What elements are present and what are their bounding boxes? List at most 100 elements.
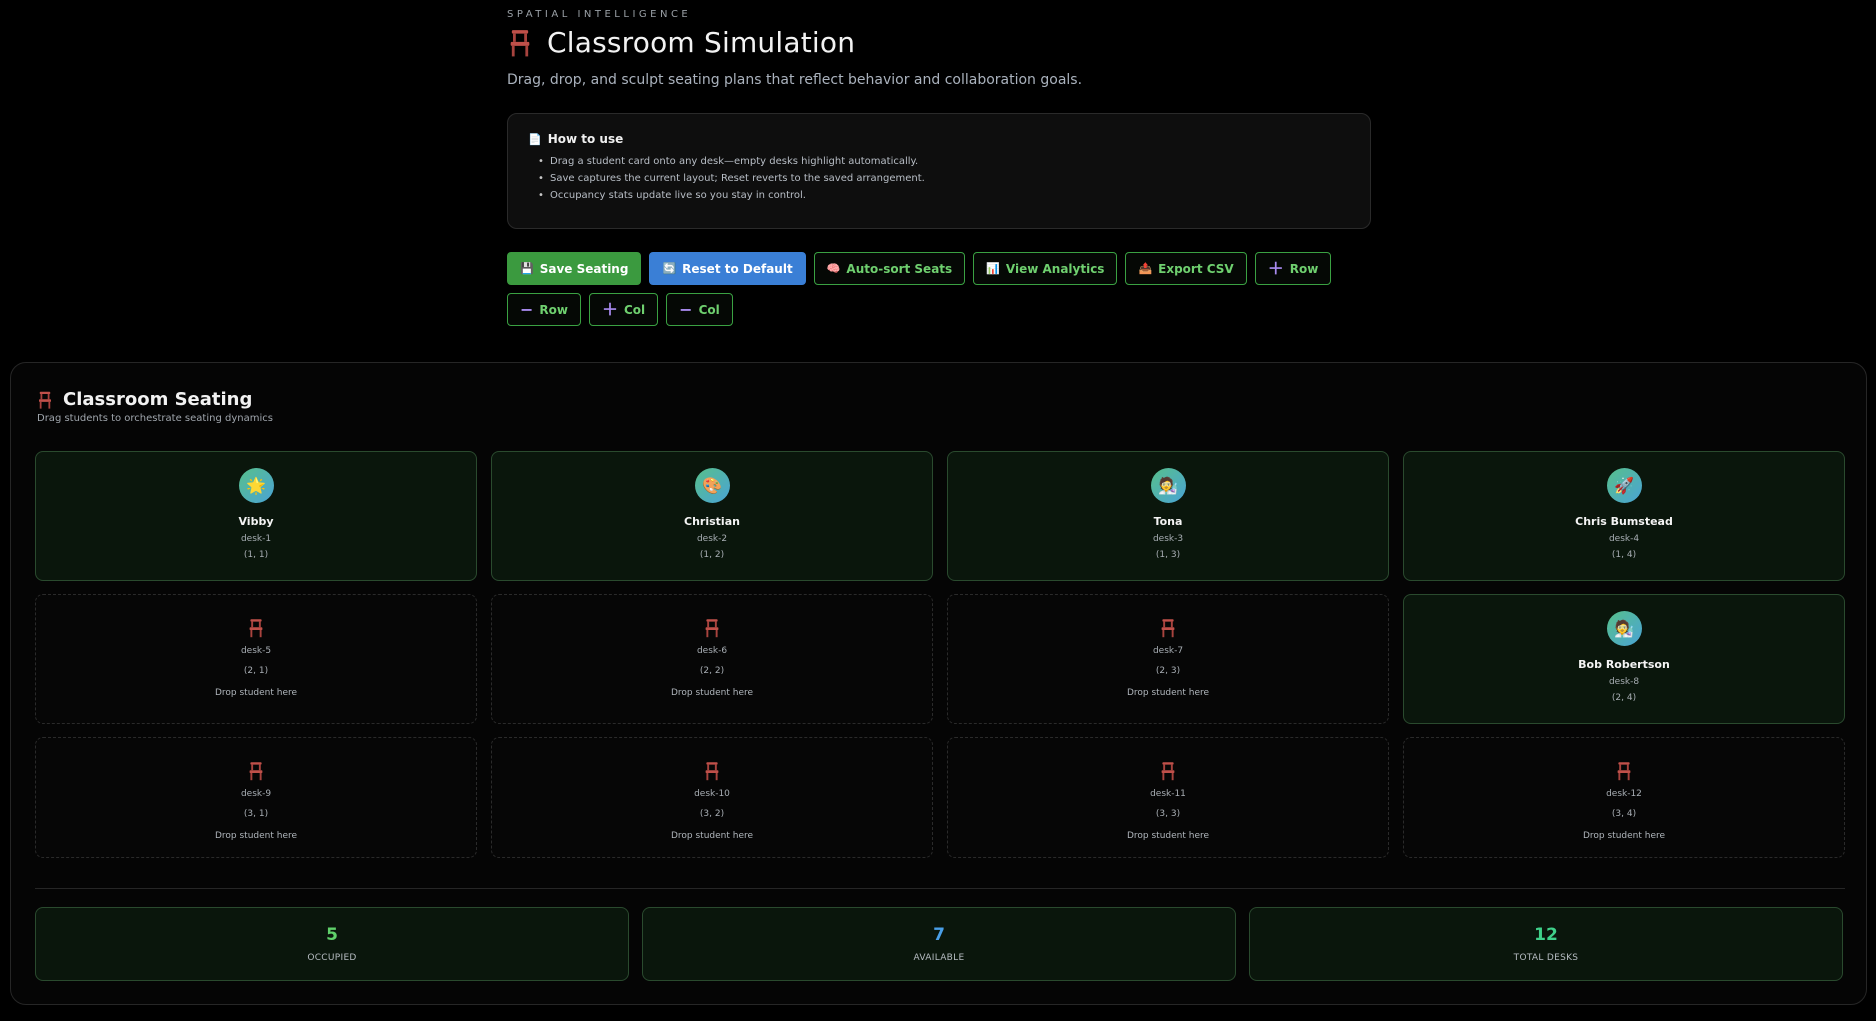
desk-id: desk-3 bbox=[1152, 534, 1184, 544]
minus-icon: − bbox=[679, 299, 693, 319]
auto-sort-button[interactable]: 🧠 Auto-sort Seats bbox=[813, 252, 966, 285]
student-avatar[interactable]: 🎨 bbox=[694, 468, 730, 503]
desk-empty[interactable]: desk-11 (3, 3) Drop student here bbox=[947, 737, 1389, 858]
seating-title: Classroom Seating bbox=[63, 389, 253, 410]
desk-coordinate: (3, 3) bbox=[1155, 809, 1181, 819]
add-col-label: Col bbox=[624, 302, 646, 317]
how-to-use-list: Drag a student card onto any desk—empty … bbox=[528, 156, 1350, 201]
stat-available-value: 7 bbox=[933, 925, 945, 945]
chair-icon bbox=[1160, 617, 1176, 639]
desk-id: desk-7 bbox=[1152, 646, 1184, 656]
chair-icon bbox=[1160, 760, 1176, 782]
page-subtitle: Drag, drop, and sculpt seating plans tha… bbox=[507, 72, 1083, 88]
desk-coordinate: (3, 4) bbox=[1611, 809, 1637, 819]
desk-coordinate: (2, 4) bbox=[1611, 693, 1637, 703]
page-header: SPATIAL INTELLIGENCE Classroom Simulatio… bbox=[507, 9, 1371, 88]
desk-empty[interactable]: desk-7 (2, 3) Drop student here bbox=[947, 594, 1389, 724]
how-to-item: Save captures the current layout; Reset … bbox=[538, 173, 1350, 184]
desk-id: desk-10 bbox=[694, 789, 730, 799]
desk-coordinate: (1, 4) bbox=[1611, 550, 1637, 560]
desk-id: desk-9 bbox=[240, 789, 272, 799]
desk-occupied[interactable]: 🎨 Christian desk-2 (1, 2) bbox=[491, 451, 933, 581]
export-csv-label: Export CSV bbox=[1158, 261, 1234, 276]
stat-occupied: 5 OCCUPIED bbox=[35, 907, 629, 981]
chair-icon bbox=[248, 760, 264, 782]
bar-chart-icon: 📊 bbox=[986, 262, 1000, 275]
remove-row-button[interactable]: − Row bbox=[507, 293, 581, 326]
desk-empty[interactable]: desk-10 (3, 2) Drop student here bbox=[491, 737, 933, 858]
reset-default-button[interactable]: 🔄 Reset to Default bbox=[649, 252, 806, 285]
eyebrow-label: SPATIAL INTELLIGENCE bbox=[507, 9, 692, 20]
stat-available-label: AVAILABLE bbox=[913, 953, 965, 963]
student-avatar[interactable]: 🌟 bbox=[238, 468, 274, 503]
how-to-item: Drag a student card onto any desk—empty … bbox=[538, 156, 1350, 167]
document-icon: 📄 bbox=[528, 132, 542, 146]
export-csv-button[interactable]: 📤 Export CSV bbox=[1125, 252, 1247, 285]
desk-id: desk-2 bbox=[696, 534, 728, 544]
student-name: Christian bbox=[684, 515, 740, 528]
page-title: Classroom Simulation bbox=[547, 26, 856, 59]
student-name: Vibby bbox=[238, 515, 274, 528]
desk-id: desk-4 bbox=[1608, 534, 1640, 544]
desk-empty[interactable]: desk-9 (3, 1) Drop student here bbox=[35, 737, 477, 858]
auto-sort-label: Auto-sort Seats bbox=[846, 261, 953, 276]
desk-occupied[interactable]: 🌟 Vibby desk-1 (1, 1) bbox=[35, 451, 477, 581]
desk-id: desk-6 bbox=[696, 646, 728, 656]
remove-row-label: Row bbox=[539, 302, 568, 317]
student-name: Chris Bumstead bbox=[1575, 515, 1673, 528]
desk-coordinate: (1, 2) bbox=[699, 550, 725, 560]
chair-icon bbox=[37, 391, 53, 409]
add-row-button[interactable]: ＋ Row bbox=[1254, 252, 1332, 285]
desk-coordinate: (2, 2) bbox=[699, 666, 725, 676]
brain-icon: 🧠 bbox=[826, 262, 841, 275]
stat-total-label: TOTAL DESKS bbox=[1513, 953, 1579, 963]
how-to-use-title: How to use bbox=[547, 132, 624, 146]
desk-empty[interactable]: desk-6 (2, 2) Drop student here bbox=[491, 594, 933, 724]
desk-occupied[interactable]: 🧑‍🔬 Bob Robertson desk-8 (2, 4) bbox=[1403, 594, 1845, 724]
remove-col-label: Col bbox=[698, 302, 720, 317]
seating-heading: Classroom Seating bbox=[37, 389, 252, 410]
save-seating-label: Save Seating bbox=[539, 261, 629, 276]
student-name: Bob Robertson bbox=[1578, 658, 1670, 671]
remove-col-button[interactable]: − Col bbox=[666, 293, 733, 326]
drop-hint: Drop student here bbox=[1126, 688, 1210, 698]
desk-coordinate: (3, 1) bbox=[243, 809, 269, 819]
chair-icon bbox=[704, 617, 720, 639]
student-avatar[interactable]: 🧑‍🔬 bbox=[1150, 468, 1186, 503]
stat-occupied-label: OCCUPIED bbox=[307, 953, 357, 963]
desk-empty[interactable]: desk-5 (2, 1) Drop student here bbox=[35, 594, 477, 724]
plus-icon: ＋ bbox=[601, 299, 618, 319]
view-analytics-button[interactable]: 📊 View Analytics bbox=[973, 252, 1118, 285]
drop-hint: Drop student here bbox=[1126, 831, 1210, 841]
stat-available: 7 AVAILABLE bbox=[642, 907, 1236, 981]
how-to-item: Occupancy stats update live so you stay … bbox=[538, 190, 1350, 201]
desk-empty[interactable]: desk-12 (3, 4) Drop student here bbox=[1403, 737, 1845, 858]
seating-subtitle: Drag students to orchestrate seating dyn… bbox=[37, 413, 273, 424]
student-avatar[interactable]: 🧑‍🔬 bbox=[1606, 611, 1642, 646]
desk-coordinate: (2, 1) bbox=[243, 666, 269, 676]
add-row-label: Row bbox=[1289, 261, 1319, 276]
drop-hint: Drop student here bbox=[670, 831, 754, 841]
desk-grid: 🌟 Vibby desk-1 (1, 1) 🎨 Christian desk-2 (1, 2)… bbox=[35, 451, 1845, 858]
desk-id: desk-1 bbox=[240, 534, 272, 544]
stat-total-value: 12 bbox=[1534, 925, 1558, 945]
desk-occupied[interactable]: 🧑‍🔬 Tona desk-3 (1, 3) bbox=[947, 451, 1389, 581]
student-avatar[interactable]: 🚀 bbox=[1606, 468, 1642, 503]
divider bbox=[35, 888, 1845, 889]
student-name: Tona bbox=[1153, 515, 1183, 528]
toolbar: 💾 Save Seating 🔄 Reset to Default 🧠 Auto… bbox=[507, 252, 1367, 326]
stats-row: 5 OCCUPIED 7 AVAILABLE 12 TOTAL DESKS bbox=[35, 907, 1845, 981]
export-icon: 📤 bbox=[1138, 262, 1153, 275]
how-to-use-heading: 📄 How to use bbox=[528, 132, 1350, 146]
reset-icon: 🔄 bbox=[662, 262, 677, 275]
desk-coordinate: (1, 1) bbox=[243, 550, 269, 560]
desk-coordinate: (3, 2) bbox=[699, 809, 725, 819]
desk-coordinate: (2, 3) bbox=[1155, 666, 1181, 676]
add-col-button[interactable]: ＋ Col bbox=[588, 293, 659, 326]
save-seating-button[interactable]: 💾 Save Seating bbox=[507, 252, 642, 285]
desk-occupied[interactable]: 🚀 Chris Bumstead desk-4 (1, 4) bbox=[1403, 451, 1845, 581]
reset-default-label: Reset to Default bbox=[682, 261, 793, 276]
desk-id: desk-5 bbox=[240, 646, 272, 656]
chair-icon bbox=[1616, 760, 1632, 782]
drop-hint: Drop student here bbox=[670, 688, 754, 698]
